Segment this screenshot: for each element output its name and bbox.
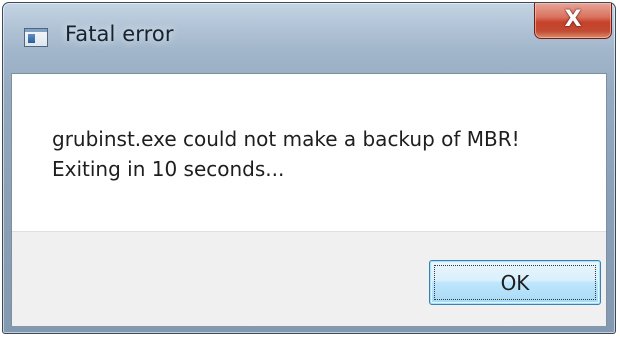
- window-title: Fatal error: [65, 22, 174, 46]
- button-panel: OK: [12, 231, 606, 326]
- application-window-icon: [24, 28, 48, 47]
- ok-button[interactable]: OK: [429, 260, 601, 305]
- error-dialog-window: Fatal error X grubinst.exe could not mak…: [2, 2, 616, 334]
- error-message-line-1: grubinst.exe could not make a backup of …: [52, 127, 520, 151]
- app-icon-titlebar-shape: [25, 29, 47, 32]
- title-bar[interactable]: Fatal error X: [3, 3, 615, 73]
- error-message: grubinst.exe could not make a backup of …: [52, 124, 520, 184]
- dialog-client-area: grubinst.exe could not make a backup of …: [11, 73, 607, 326]
- close-button[interactable]: X: [534, 3, 612, 39]
- app-icon-pane-shape: [28, 34, 35, 43]
- error-message-line-2: Exiting in 10 seconds...: [52, 157, 285, 181]
- close-icon: X: [564, 7, 582, 32]
- ok-button-label: OK: [500, 270, 530, 295]
- message-panel: grubinst.exe could not make a backup of …: [12, 74, 606, 231]
